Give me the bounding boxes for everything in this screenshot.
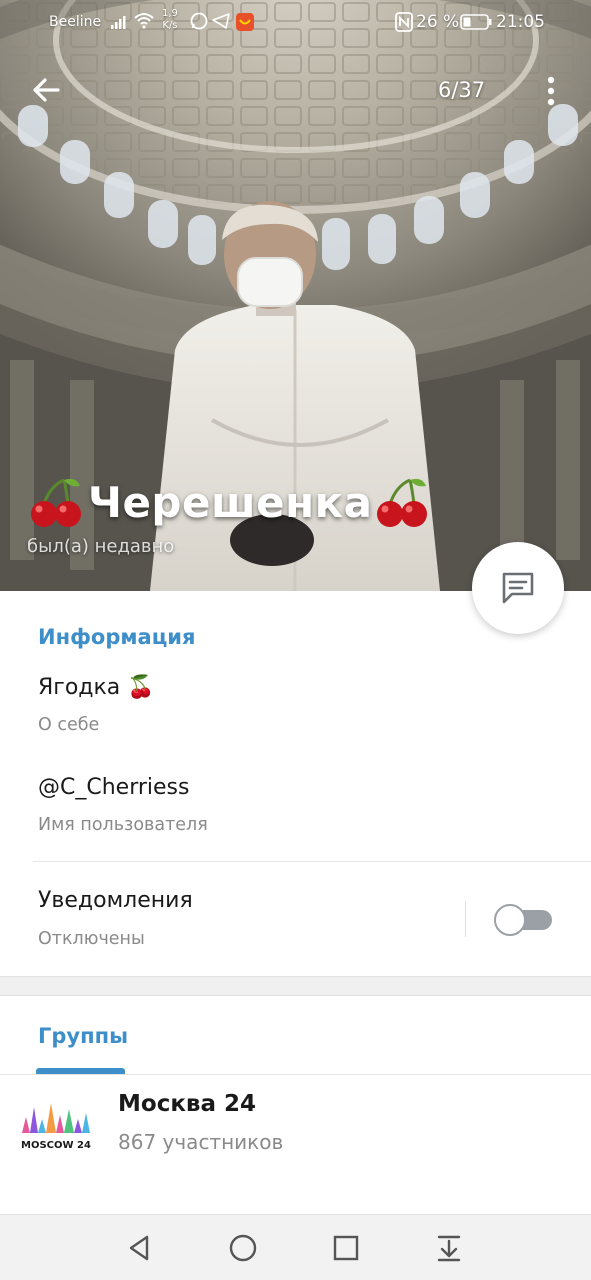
- bio-label: О себе: [38, 715, 100, 735]
- group-avatar-text: MOSCOW 24: [21, 1140, 91, 1151]
- network-speed-unit: K/s: [162, 20, 178, 31]
- cherry-emoji-icon: [31, 478, 81, 527]
- notifications-toggle[interactable]: [494, 904, 554, 936]
- back-triangle-icon: [129, 1235, 149, 1261]
- battery-percent: 26 %: [416, 12, 460, 32]
- groups-section: Группы MOSCOW 24 Москва 24 867 участнико…: [0, 996, 591, 1214]
- carrier-label: Beeline: [49, 14, 102, 30]
- profile-name-row: Черешенка: [28, 470, 432, 534]
- groups-tab[interactable]: Группы: [38, 1024, 128, 1048]
- vertical-dots-icon: [547, 76, 555, 106]
- bio-text: Ягодка 🍒: [38, 675, 155, 700]
- toggle-thumb: [494, 904, 526, 936]
- arrow-left-icon: [33, 78, 60, 102]
- system-navigation-bar: [0, 1214, 591, 1280]
- app-notification-icon: [236, 13, 254, 31]
- moscow24-logo-icon: MOSCOW 24: [21, 1103, 91, 1151]
- group-name: Москва 24: [118, 1091, 257, 1117]
- battery-icon: [460, 14, 492, 30]
- nav-home-button[interactable]: [223, 1229, 263, 1267]
- whatsapp-icon: [190, 12, 208, 30]
- nfc-icon: [395, 12, 413, 32]
- info-section: Информация Ягодка 🍒 О себе @C_Cherriess …: [0, 591, 591, 976]
- username-text: @C_Cherriess: [38, 775, 190, 800]
- notifications-status: Отключены: [38, 929, 145, 949]
- nav-back-button[interactable]: [120, 1229, 160, 1267]
- group-avatar: MOSCOW 24: [18, 1099, 94, 1155]
- profile-name: Черешенка: [88, 477, 373, 527]
- clock: 21:05: [496, 12, 545, 32]
- message-icon: [502, 572, 534, 604]
- wifi-icon: [134, 13, 154, 29]
- status-bar: Beeline 1,9 K/s 26 % 21:05: [0, 0, 591, 46]
- section-gap: [0, 976, 591, 996]
- signal-icon: [111, 16, 126, 29]
- notification-pulldown-icon: [437, 1235, 461, 1262]
- group-list-item[interactable]: MOSCOW 24 Москва 24 867 участников: [0, 1075, 591, 1205]
- nav-notifications-button[interactable]: [429, 1229, 469, 1267]
- back-button[interactable]: [28, 70, 68, 110]
- network-speed-value: 1,9: [162, 8, 178, 19]
- recents-square-icon: [333, 1235, 359, 1261]
- divider: [33, 861, 591, 862]
- photo-counter: 6/37: [438, 78, 486, 102]
- username-label: Имя пользователя: [38, 815, 208, 835]
- last-seen-status: был(а) недавно: [27, 536, 175, 557]
- info-section-title: Информация: [38, 625, 196, 649]
- group-members-count: 867 участников: [118, 1130, 284, 1154]
- telegram-icon: [212, 13, 230, 29]
- vertical-separator: [465, 901, 466, 937]
- network-speed: 1,9 K/s: [162, 8, 178, 32]
- send-message-button[interactable]: [472, 542, 564, 634]
- more-options-button[interactable]: [538, 74, 564, 110]
- notifications-title: Уведомления: [38, 888, 193, 913]
- cherry-emoji-icon: [377, 478, 428, 527]
- profile-photo-header[interactable]: Beeline 1,9 K/s 26 % 21:05 6/37 Черешенк…: [0, 0, 591, 591]
- nav-recents-button[interactable]: [326, 1229, 366, 1267]
- home-circle-icon: [229, 1234, 257, 1262]
